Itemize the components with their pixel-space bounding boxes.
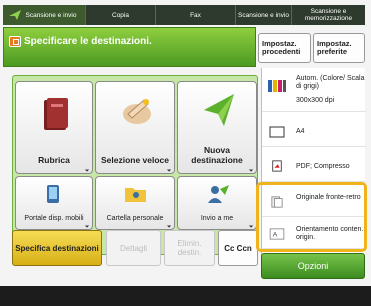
destination-panel: Rubrica Selezione veloce Nuova destinazi… — [12, 75, 258, 255]
address-book-tile[interactable]: Rubrica — [15, 81, 93, 174]
destination-icon — [9, 36, 21, 47]
page-size-icon — [269, 126, 285, 138]
send-to-myself-tile[interactable]: Invio a me — [177, 176, 257, 230]
mobile-device-icon — [47, 185, 59, 203]
tab-scan-store[interactable]: Scansione e memorizzazione — [291, 5, 365, 25]
header-strip: Specificare le destinazioni. — [3, 27, 256, 67]
scan-size-row[interactable]: A4 — [262, 117, 366, 147]
corner-arrow-icon — [82, 165, 90, 172]
tile-label: Portale disp. mobili — [24, 215, 84, 222]
page-title: Specificare le destinazioni. — [24, 36, 152, 47]
mobile-portal-tile[interactable]: Portale disp. mobili — [15, 176, 93, 230]
tab-fax[interactable]: Fax — [155, 5, 235, 25]
tile-label: Selezione veloce — [100, 155, 170, 165]
details-button[interactable]: Dettagli — [106, 230, 161, 266]
scan-size-value: A4 — [296, 128, 305, 135]
tile-label: Cartella personale — [106, 215, 164, 222]
file-format-row[interactable]: PDF; Compresso — [262, 152, 366, 182]
corner-arrow-icon — [164, 165, 172, 172]
tile-label: Invio a me — [200, 215, 234, 222]
resolution-value: 300x300 dpi — [296, 97, 335, 104]
tab-copy[interactable]: Copia — [85, 5, 155, 25]
user-send-icon — [208, 185, 229, 203]
corner-arrow-icon — [246, 165, 254, 172]
file-format-icon — [272, 160, 282, 172]
color-mode-value: Autom. (Colore/ Scala di grigi) — [296, 75, 365, 90]
file-format-value: PDF; Compresso — [296, 163, 350, 170]
favorite-settings-button[interactable]: Impostaz. preferite — [313, 33, 365, 63]
send-icon — [9, 10, 21, 20]
cc-bcc-button[interactable]: Cc Ccn — [218, 230, 258, 266]
paper-plane-icon — [204, 94, 234, 126]
top-tab-bar: Scansione e invio Copia Fax Scansione e … — [3, 5, 365, 25]
hand-icon — [123, 99, 151, 124]
delete-destination-button[interactable]: Elimin. destin. — [164, 230, 215, 266]
specify-destinations-button[interactable]: Specifica destinazioni — [12, 230, 102, 266]
tab-scan-send-2[interactable]: Scansione e invio — [235, 5, 291, 25]
previous-settings-button[interactable]: Impostaz. procedenti — [258, 33, 311, 63]
book-icon — [44, 98, 68, 130]
highlight-frame — [256, 182, 367, 252]
folder-user-icon — [125, 188, 146, 202]
color-mode-row[interactable]: Autom. (Colore/ Scala di grigi) 300x300 … — [262, 72, 366, 112]
tile-label: Nuova destinazione — [191, 145, 243, 165]
speed-dial-tile[interactable]: Selezione veloce — [95, 81, 175, 174]
tab-scan-send[interactable]: Scansione e invio — [3, 5, 85, 25]
options-button[interactable]: Opzioni — [261, 253, 365, 279]
color-mode-icon — [268, 80, 286, 92]
status-bar — [0, 286, 371, 306]
tile-label: Rubrica — [38, 155, 70, 165]
personal-folder-tile[interactable]: Cartella personale — [95, 176, 175, 230]
screen: Scansione e invio Copia Fax Scansione e … — [0, 0, 371, 306]
new-destination-tile[interactable]: Nuova destinazione — [177, 81, 257, 174]
